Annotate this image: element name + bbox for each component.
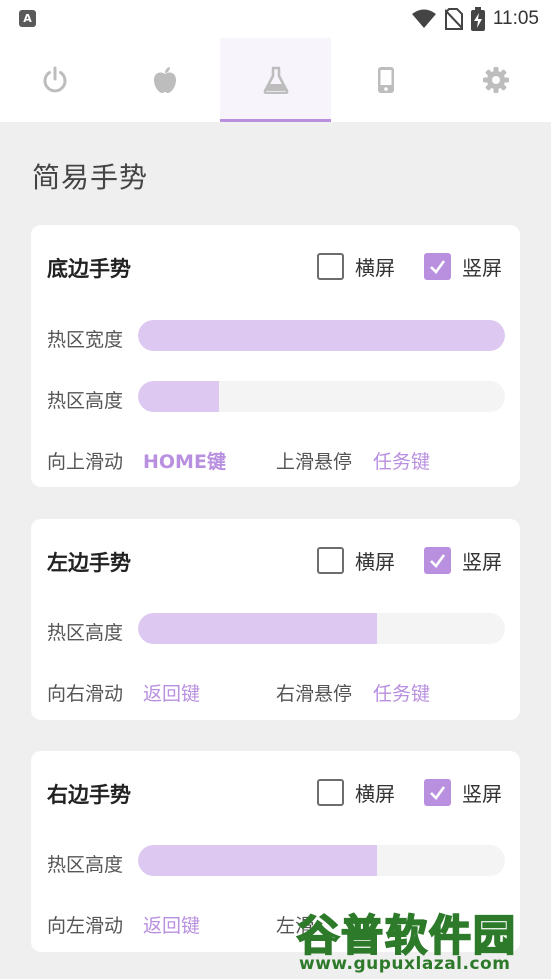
status-bar: A 11:05	[0, 0, 551, 38]
swipe-label: 向右滑动	[47, 683, 124, 705]
card-bottom-gesture: 底边手势 横屏 竖屏 热区宽度 热区高度 向上滑动 HOME键 上滑悬停 任务键	[31, 225, 520, 487]
height-slider[interactable]	[138, 845, 505, 876]
height-label: 热区高度	[47, 854, 124, 876]
landscape-checkbox[interactable]: 横屏	[317, 546, 395, 575]
swipe-label: 向左滑动	[47, 915, 124, 937]
battery-charging-icon	[470, 7, 485, 31]
width-label: 热区宽度	[47, 329, 124, 351]
gear-icon	[482, 67, 509, 93]
watermark-url: www.gupuxlazal.com	[299, 954, 511, 974]
checkbox-label: 横屏	[355, 256, 395, 280]
landscape-checkbox[interactable]: 横屏	[317, 252, 395, 281]
checkbox-box[interactable]	[424, 253, 451, 280]
slider-fill	[138, 320, 505, 351]
checkbox-label: 横屏	[355, 550, 395, 574]
hover-label: 上滑悬停	[276, 451, 353, 473]
card-title: 底边手势	[47, 257, 131, 281]
apple-icon	[154, 67, 177, 93]
no-sim-icon	[444, 8, 463, 30]
swipe-action-value[interactable]: 返回键	[143, 679, 200, 706]
height-label: 热区高度	[47, 622, 124, 644]
power-icon	[43, 66, 67, 93]
flask-icon	[263, 66, 288, 94]
portrait-checkbox[interactable]: 竖屏	[424, 546, 502, 575]
height-slider[interactable]	[138, 613, 505, 644]
wifi-icon	[411, 9, 436, 28]
tab-settings[interactable]	[441, 38, 551, 122]
swipe-action-value[interactable]: HOME键	[143, 447, 226, 474]
check-icon	[430, 260, 446, 274]
swipe-action-value[interactable]: 返回键	[143, 911, 200, 938]
status-icons: 11:05	[411, 6, 539, 32]
checkbox-label: 竖屏	[462, 550, 502, 574]
card-title: 左边手势	[47, 551, 131, 575]
landscape-checkbox[interactable]: 横屏	[317, 778, 395, 807]
check-icon	[430, 786, 446, 800]
tab-device[interactable]	[331, 38, 441, 122]
card-left-gesture: 左边手势 横屏 竖屏 热区高度 向右滑动 返回键 右滑悬停 任务键	[31, 519, 520, 720]
checkbox-box[interactable]	[424, 779, 451, 806]
hover-action-value[interactable]: 任务键	[373, 447, 430, 474]
app-notification-icon: A	[19, 10, 36, 27]
tab-lab[interactable]	[220, 38, 331, 122]
phone-icon	[377, 67, 394, 93]
swipe-label: 向上滑动	[47, 451, 124, 473]
check-icon	[430, 554, 446, 568]
slider-fill	[138, 613, 377, 644]
page-title: 简易手势	[32, 161, 149, 194]
checkbox-box[interactable]	[317, 253, 344, 280]
hover-action-value[interactable]: 任务键	[373, 679, 430, 706]
checkbox-label: 横屏	[355, 782, 395, 806]
status-time: 11:05	[492, 8, 539, 29]
tab-bar	[0, 38, 551, 122]
height-slider[interactable]	[138, 381, 505, 412]
height-label: 热区高度	[47, 390, 124, 412]
checkbox-label: 竖屏	[462, 782, 502, 806]
slider-fill	[138, 845, 377, 876]
width-slider[interactable]	[138, 320, 505, 351]
checkbox-box[interactable]	[317, 779, 344, 806]
portrait-checkbox[interactable]: 竖屏	[424, 252, 502, 281]
checkbox-box[interactable]	[317, 547, 344, 574]
portrait-checkbox[interactable]: 竖屏	[424, 778, 502, 807]
tab-power[interactable]	[0, 38, 110, 122]
slider-fill	[138, 381, 219, 412]
checkbox-box[interactable]	[424, 547, 451, 574]
checkbox-label: 竖屏	[462, 256, 502, 280]
hover-label: 右滑悬停	[276, 683, 353, 705]
watermark: 谷普软件园 www.gupuxlazal.com	[296, 902, 547, 976]
tab-apple[interactable]	[110, 38, 220, 122]
card-title: 右边手势	[47, 783, 131, 807]
